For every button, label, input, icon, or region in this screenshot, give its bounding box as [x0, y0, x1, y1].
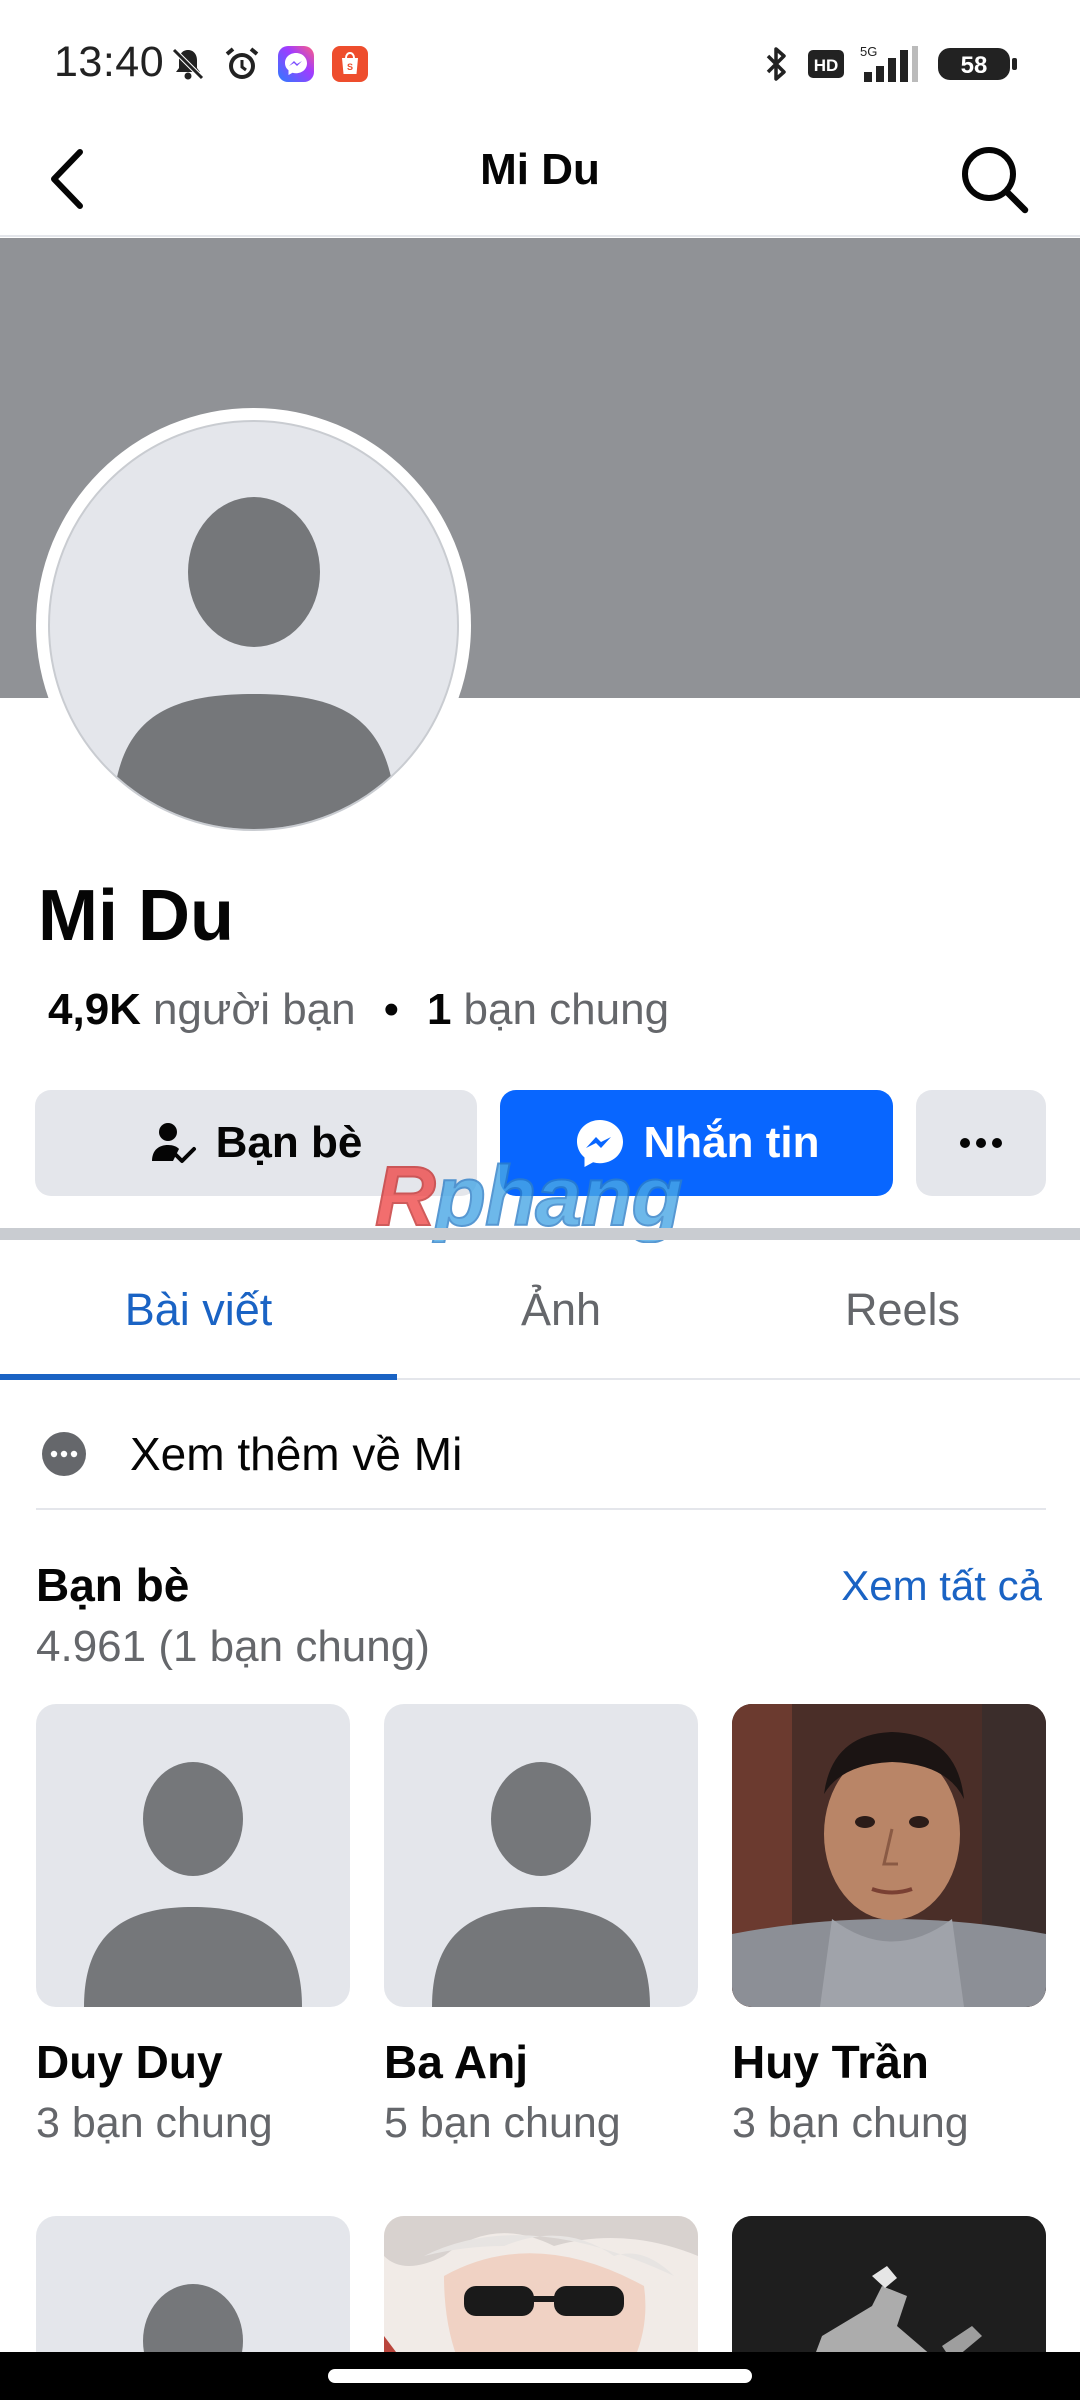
svg-text:HD: HD: [814, 56, 839, 75]
active-tab-indicator: [0, 1374, 397, 1380]
see-more-about-label: Xem thêm về Mi: [130, 1428, 463, 1480]
chevron-left-icon: [51, 149, 83, 209]
back-button[interactable]: [44, 139, 124, 219]
top-nav: Mi Du: [0, 125, 1080, 237]
more-options-button[interactable]: [916, 1090, 1046, 1196]
friend-card[interactable]: Huy Trần 3 bạn chung: [732, 1704, 1046, 2148]
alarm-icon: [225, 47, 259, 79]
friend-portrait-image: [732, 1704, 1046, 2007]
section-divider: [0, 1228, 1080, 1240]
friend-card[interactable]: Duy Duy 3 bạn chung: [36, 1704, 350, 2148]
svg-text:S: S: [347, 62, 353, 72]
bluetooth-icon: [766, 47, 786, 81]
friend-name[interactable]: Ba Anj: [384, 2035, 698, 2089]
mutual-count[interactable]: 1: [427, 985, 451, 1035]
friend-count[interactable]: 4,9K: [48, 985, 141, 1035]
status-bar: 13:40 S HD 5G 58: [0, 0, 1080, 125]
friend-photo[interactable]: [36, 1704, 350, 2007]
search-icon: [962, 147, 1029, 214]
stats-separator: •: [383, 985, 400, 1034]
shopee-icon: S: [332, 46, 368, 82]
more-circle-icon: [42, 1432, 86, 1476]
tab-posts-label: Bài viết: [124, 1284, 273, 1335]
search-button[interactable]: [952, 137, 1036, 221]
status-time: 13:40: [54, 38, 165, 86]
hd-icon: HD: [808, 50, 844, 78]
friend-mutual-count: 3 bạn chung: [732, 2099, 969, 2147]
friend-card[interactable]: Ba Anj 5 bạn chung: [384, 1704, 698, 2148]
battery-icon: 58: [938, 48, 1017, 80]
default-avatar-icon: [84, 1762, 302, 2007]
friends-button-label: Bạn bè: [215, 1118, 363, 1167]
page-title: Mi Du: [480, 145, 600, 194]
svg-text:58: 58: [961, 52, 988, 79]
friend-name[interactable]: Huy Trần: [732, 2035, 1046, 2089]
see-more-about-row[interactable]: Xem thêm về Mi: [36, 1400, 1046, 1510]
friends-section-title: Bạn bè: [36, 1559, 190, 1611]
friend-mutual-count: 3 bạn chung: [36, 2099, 273, 2147]
friend-name[interactable]: Duy Duy: [36, 2035, 350, 2089]
friend-mutual-count: 5 bạn chung: [384, 2099, 621, 2147]
default-avatar-icon: [112, 497, 396, 829]
tab-photos[interactable]: Ảnh: [397, 1240, 725, 1380]
friend-label: người bạn: [152, 985, 356, 1034]
friends-count: 4.961 (1 bạn chung): [36, 1622, 430, 1671]
profile-tabs: Bài viết Ảnh Reels: [0, 1240, 1080, 1380]
profile-avatar[interactable]: [36, 408, 471, 843]
mutual-label: bạn chung: [463, 985, 670, 1034]
tab-photos-label: Ảnh: [520, 1284, 602, 1335]
mute-icon: [172, 48, 204, 80]
friend-photo[interactable]: [732, 1704, 1046, 2007]
svg-text:5G: 5G: [860, 44, 877, 59]
friend-photo[interactable]: [384, 1704, 698, 2007]
default-avatar-icon: [432, 1762, 650, 2007]
signal-icon: 5G: [860, 44, 918, 82]
see-all-friends-link[interactable]: Xem tất cả: [841, 1562, 1042, 1610]
profile-name: Mi Du: [38, 876, 234, 956]
tab-reels-label: Reels: [844, 1284, 961, 1335]
friend-check-icon: [151, 1123, 196, 1163]
status-right-icons: HD 5G 58: [762, 44, 1020, 84]
tab-posts[interactable]: Bài viết: [0, 1240, 397, 1380]
status-left-icons: S: [168, 44, 370, 84]
messenger-icon: [278, 46, 314, 82]
more-dots-icon: [960, 1138, 1002, 1148]
tab-reels[interactable]: Reels: [725, 1240, 1080, 1380]
home-indicator[interactable]: [328, 2369, 752, 2383]
profile-stats: 4,9K người bạn • 1 bạn chung: [48, 985, 669, 1035]
